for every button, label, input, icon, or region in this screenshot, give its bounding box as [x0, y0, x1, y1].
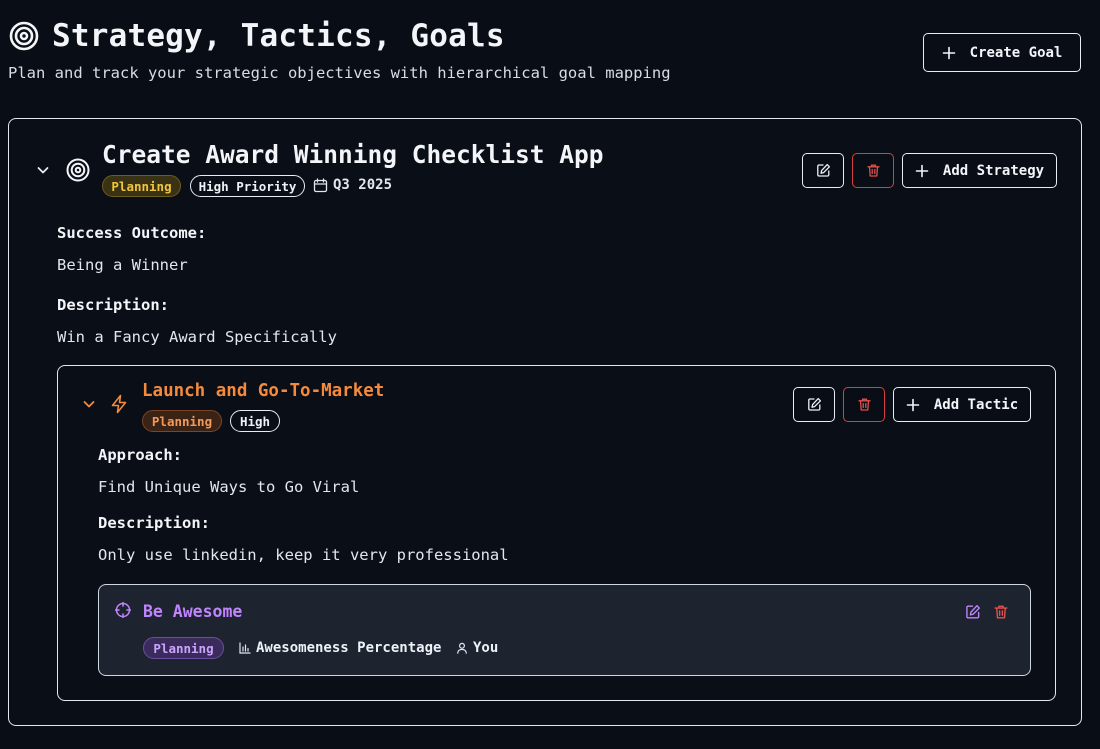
- chevron-down-icon[interactable]: [36, 163, 50, 177]
- target-icon: [66, 158, 90, 182]
- delete-goal-button[interactable]: [852, 153, 894, 188]
- timeframe-label: Q3 2025: [333, 177, 393, 193]
- status-badge: Planning: [102, 175, 181, 197]
- trash-icon[interactable]: [993, 604, 1009, 620]
- tactic-card: Be Awesome Planning Awesomeness Percenta…: [98, 584, 1031, 676]
- delete-strategy-button[interactable]: [843, 387, 885, 422]
- calendar-icon: [313, 177, 328, 193]
- approach-text: Find Unique Ways to Go Viral: [98, 478, 360, 496]
- goal-timeframe: Q3 2025: [313, 177, 392, 193]
- bar-chart-icon: [239, 642, 251, 654]
- plus-icon: [906, 398, 920, 412]
- goal-title: Create Award Winning Checklist App: [102, 140, 604, 169]
- add-tactic-button[interactable]: Add Tactic: [893, 387, 1031, 422]
- crosshair-icon: [115, 602, 131, 618]
- approach-label: Approach:: [98, 446, 182, 464]
- tactic-title: Be Awesome: [143, 602, 243, 621]
- chevron-down-icon[interactable]: [82, 397, 96, 411]
- plus-icon: [942, 46, 956, 60]
- strategy-title: Launch and Go-To-Market: [142, 381, 385, 401]
- success-outcome-text: Being a Winner: [57, 256, 188, 274]
- tactic-owner: You: [456, 640, 498, 656]
- create-goal-button[interactable]: Create Goal: [923, 33, 1081, 72]
- trash-icon: [866, 163, 881, 178]
- lightning-icon: [109, 394, 129, 414]
- add-strategy-button[interactable]: Add Strategy: [902, 153, 1057, 188]
- target-icon: [9, 21, 39, 51]
- description-text: Only use linkedin, keep it very professi…: [98, 546, 509, 564]
- goal-card: Create Award Winning Checklist App Plann…: [8, 118, 1082, 726]
- description-label: Description:: [98, 514, 210, 532]
- owner-label: You: [473, 640, 499, 656]
- success-outcome-label: Success Outcome:: [57, 224, 207, 242]
- status-badge: Planning: [143, 637, 224, 659]
- page-subtitle: Plan and track your strategic objectives…: [8, 64, 671, 82]
- trash-icon: [857, 397, 872, 412]
- user-icon: [456, 642, 468, 654]
- page-title: Strategy, Tactics, Goals: [52, 18, 505, 54]
- metric-label: Awesomeness Percentage: [256, 640, 442, 656]
- tactic-metric: Awesomeness Percentage: [239, 640, 441, 656]
- description-label: Description:: [57, 296, 169, 314]
- add-tactic-label: Add Tactic: [933, 396, 1019, 413]
- description-text: Win a Fancy Award Specifically: [57, 328, 337, 346]
- priority-badge: High: [230, 410, 280, 432]
- priority-badge: High Priority: [190, 175, 305, 197]
- edit-icon: [807, 397, 822, 412]
- create-goal-label: Create Goal: [969, 44, 1063, 61]
- edit-icon[interactable]: [965, 604, 981, 620]
- edit-strategy-button[interactable]: [793, 387, 835, 422]
- plus-icon: [915, 164, 929, 178]
- status-badge: Planning: [142, 410, 222, 432]
- edit-icon: [816, 163, 831, 178]
- edit-goal-button[interactable]: [802, 153, 844, 188]
- add-strategy-label: Add Strategy: [942, 162, 1045, 179]
- strategy-card: Launch and Go-To-Market Planning High Ad…: [57, 365, 1056, 701]
